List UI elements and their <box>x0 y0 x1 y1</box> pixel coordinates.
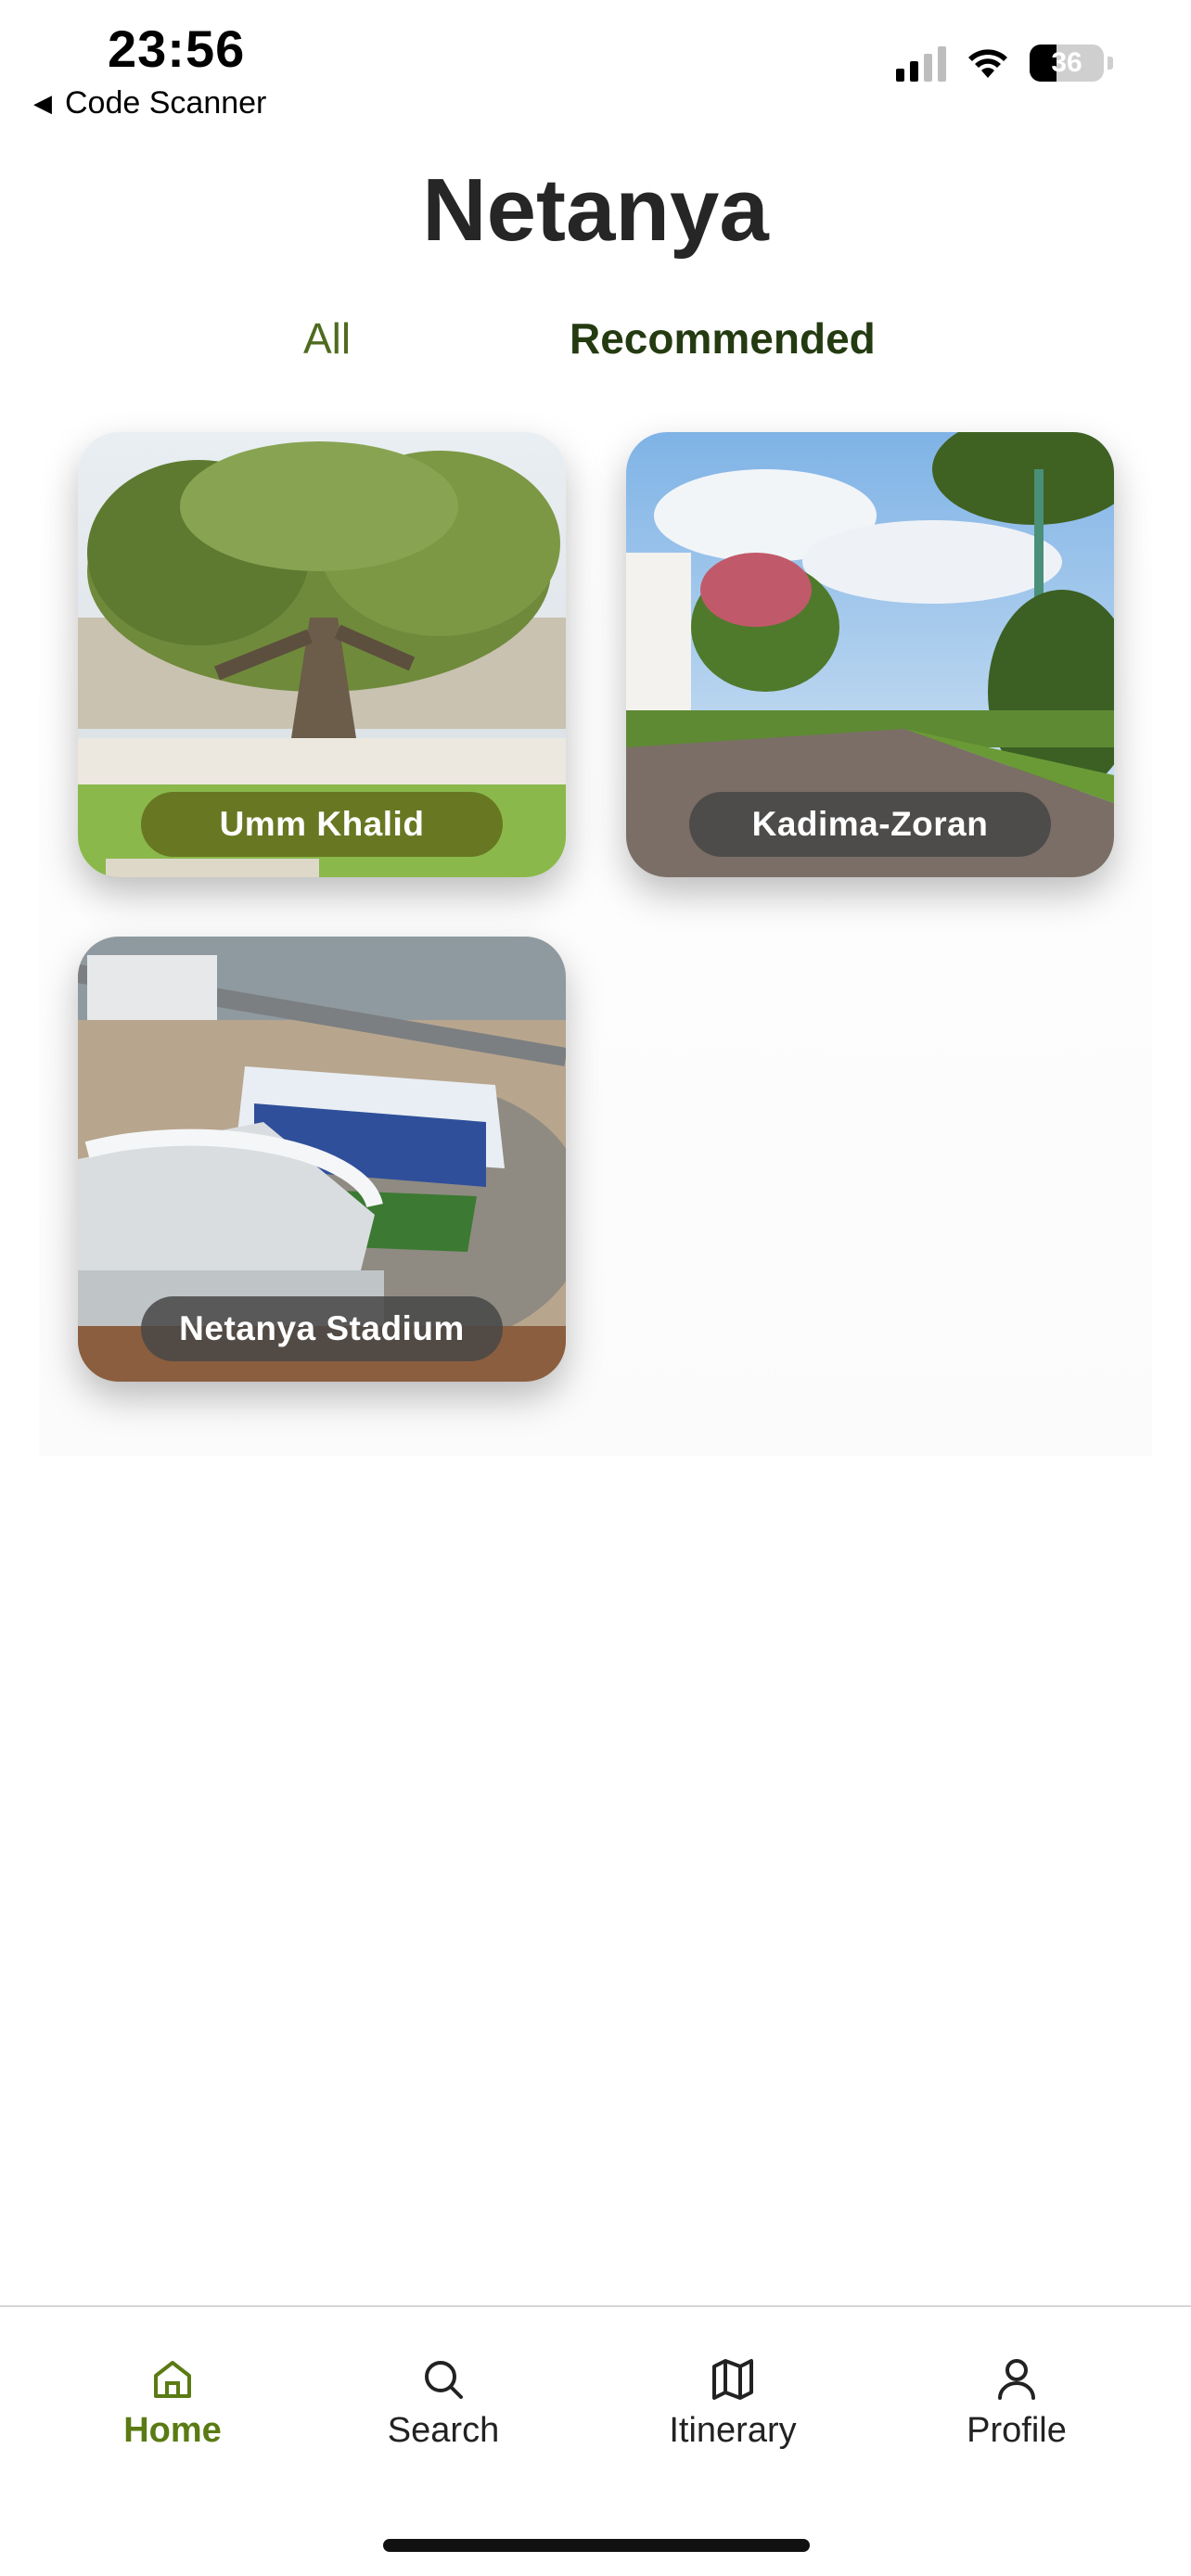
place-name: Netanya Stadium <box>141 1296 503 1361</box>
status-time: 23:56 <box>108 19 246 78</box>
nav-itinerary-label: Itinerary <box>669 2411 797 2450</box>
tab-all[interactable]: All <box>303 313 351 363</box>
bottom-nav: Home Search Itinerary Profile <box>0 2305 1191 2576</box>
wifi-icon <box>968 49 1007 78</box>
tab-recommended[interactable]: Recommended <box>570 313 876 363</box>
search-icon <box>425 2361 463 2399</box>
home-icon <box>154 2361 191 2398</box>
page-title: Netanya <box>422 160 769 260</box>
battery-cap <box>1108 57 1113 70</box>
back-to-app-link[interactable]: ◀ Code Scanner <box>33 85 266 121</box>
battery-icon: 36 <box>1030 45 1104 82</box>
back-triangle-icon: ◀ <box>33 89 52 117</box>
place-name: Kadima-Zoran <box>689 792 1051 857</box>
nav-home[interactable]: Home <box>70 2355 275 2451</box>
battery-level: 36 <box>1051 47 1082 78</box>
signal-icon <box>896 45 946 82</box>
nav-search[interactable]: Search <box>341 2355 545 2451</box>
home-indicator[interactable] <box>383 2539 810 2552</box>
place-card-umm-khalid[interactable]: Umm Khalid <box>78 432 566 877</box>
place-card-netanya-stadium[interactable]: Netanya Stadium <box>78 937 566 1382</box>
map-icon <box>712 2359 753 2400</box>
person-icon <box>998 2359 1035 2400</box>
status-icons: 36 <box>896 45 1113 82</box>
place-card-kadima-zoran[interactable]: Kadima-Zoran <box>626 432 1114 877</box>
screen: 23:56 ◀ Code Scanner 36 Netanya All Reco… <box>0 0 1191 2576</box>
place-name: Umm Khalid <box>141 792 503 857</box>
nav-itinerary[interactable]: Itinerary <box>631 2355 835 2451</box>
back-link-label: Code Scanner <box>65 85 267 121</box>
nav-profile[interactable]: Profile <box>915 2355 1119 2451</box>
nav-home-label: Home <box>123 2411 222 2450</box>
nav-profile-label: Profile <box>967 2411 1067 2450</box>
nav-search-label: Search <box>387 2411 500 2450</box>
